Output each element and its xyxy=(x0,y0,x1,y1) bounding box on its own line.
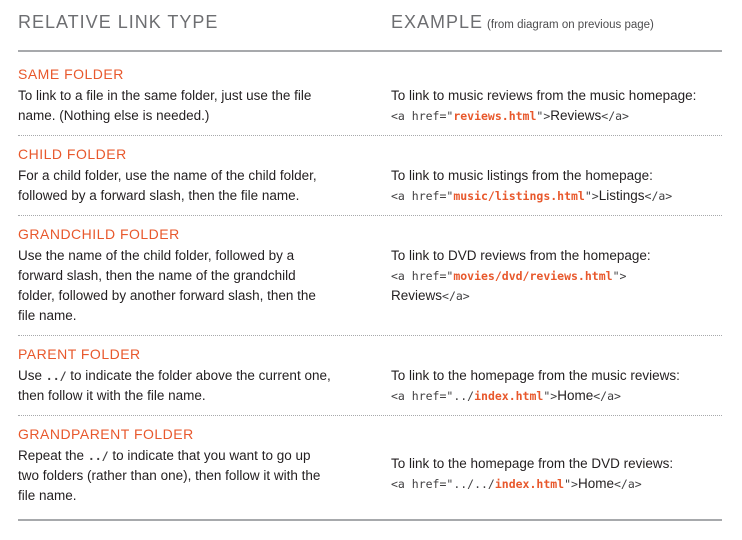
example-subheading: (from diagram on previous page) xyxy=(487,19,654,31)
description-line: name. (Nothing else is needed.) xyxy=(18,108,210,123)
row-example: To link to the homepage from the DVD rev… xyxy=(391,454,721,494)
description-text: to indicate that you want to go up xyxy=(108,448,311,463)
example-code-line2: Reviews</a> xyxy=(391,286,721,306)
code-path: reviews.html xyxy=(453,109,537,123)
code-link-text: Home xyxy=(577,476,614,491)
description-line: To link to a file in the same folder, ju… xyxy=(18,88,312,103)
row-title: CHILD FOLDER xyxy=(18,146,127,162)
row-description: Use the name of the child folder, follow… xyxy=(18,246,358,326)
table-row: SAME FOLDER To link to a file in the sam… xyxy=(18,60,722,136)
example-text: To link to DVD reviews from the homepage… xyxy=(391,248,651,263)
code-close: "> xyxy=(536,109,551,123)
code-close: "> xyxy=(543,389,558,403)
example-code: <a href="reviews.html">Reviews</a> xyxy=(391,106,721,126)
description-text: Repeat the xyxy=(18,448,88,463)
row-description: For a child folder, use the name of the … xyxy=(18,166,358,206)
code-path-plain: ../../ xyxy=(453,477,495,491)
description-line: folder, followed by another forward slas… xyxy=(18,288,316,303)
description-line: file name. xyxy=(18,488,77,503)
code-open: <a href=" xyxy=(391,389,454,403)
row-title: GRANDPARENT FOLDER xyxy=(18,426,194,442)
row-description: Repeat the ../ to indicate that you want… xyxy=(18,446,358,506)
table-row: GRANDPARENT FOLDER Repeat the ../ to ind… xyxy=(18,420,722,521)
code-link-text: Home xyxy=(557,388,594,403)
description-line: followed by a forward slash, then the fi… xyxy=(18,188,300,203)
description-text: to indicate the folder above the current… xyxy=(66,368,331,383)
row-example: To link to music listings from the homep… xyxy=(391,166,721,206)
example-code: <a href="../../index.html">Home</a> xyxy=(391,474,721,494)
description-text: Use xyxy=(18,368,46,383)
description-line: file name. xyxy=(18,308,77,323)
example-code: <a href="movies/dvd/reviews.html"> xyxy=(391,266,721,286)
code-path-plain: ../ xyxy=(453,389,475,403)
description-line: two folders (rather than one), then foll… xyxy=(18,468,321,483)
code-path: index.html xyxy=(474,389,544,403)
code-open: <a href=" xyxy=(391,269,454,283)
code-close: "> xyxy=(564,477,578,491)
example-heading: EXAMPLE xyxy=(391,12,484,32)
table-row: GRANDCHILD FOLDER Use the name of the ch… xyxy=(18,220,722,336)
table-row: PARENT FOLDER Use ../ to indicate the fo… xyxy=(18,340,722,416)
row-example: To link to music reviews from the music … xyxy=(391,86,721,126)
code-end: </a> xyxy=(613,477,642,491)
code-link-text: Reviews xyxy=(550,108,602,123)
row-description: To link to a file in the same folder, ju… xyxy=(18,86,358,126)
code-open: <a href=" xyxy=(391,477,454,491)
code-path: movies/dvd/reviews.html xyxy=(453,269,613,283)
table-header: RELATIVE LINK TYPE EXAMPLE (from diagram … xyxy=(18,0,722,52)
row-example: To link to the homepage from the music r… xyxy=(391,366,721,406)
code-end: </a> xyxy=(601,109,629,123)
code-end: </a> xyxy=(593,389,621,403)
example-code: <a href="../index.html">Home</a> xyxy=(391,386,721,406)
page: RELATIVE LINK TYPE EXAMPLE (from diagram … xyxy=(0,0,742,540)
description-line: then follow it with the file name. xyxy=(18,388,206,403)
row-example: To link to DVD reviews from the homepage… xyxy=(391,246,721,306)
row-title: GRANDCHILD FOLDER xyxy=(18,226,180,242)
code-open: <a href=" xyxy=(391,189,454,203)
description-line: Use ../ to indicate the folder above the… xyxy=(18,366,358,386)
description-line: For a child folder, use the name of the … xyxy=(18,168,317,183)
table-row: CHILD FOLDER For a child folder, use the… xyxy=(18,140,722,216)
example-code: <a href="music/listings.html">Listings</… xyxy=(391,186,721,206)
code-link-text: Listings xyxy=(598,188,645,203)
code-close: "> xyxy=(612,269,627,283)
description-code: ../ xyxy=(45,369,67,383)
row-title: PARENT FOLDER xyxy=(18,346,141,362)
description-code: ../ xyxy=(87,449,109,463)
example-text: To link to the homepage from the DVD rev… xyxy=(391,456,674,471)
code-link-text: Reviews xyxy=(391,288,443,303)
code-close: "> xyxy=(584,189,599,203)
example-text: To link to the homepage from the music r… xyxy=(391,368,680,383)
description-line: Use the name of the child folder, follow… xyxy=(18,248,295,263)
row-title: SAME FOLDER xyxy=(18,66,124,82)
column-title-link-type: RELATIVE LINK TYPE xyxy=(18,12,219,32)
code-open: <a href=" xyxy=(391,109,454,123)
column-title-example: EXAMPLE (from diagram on previous page) xyxy=(391,12,654,33)
description-line: Repeat the ../ to indicate that you want… xyxy=(18,446,358,466)
code-end: </a> xyxy=(442,289,470,303)
description-line: forward slash, then the name of the gran… xyxy=(18,268,296,283)
code-path: index.html xyxy=(494,477,565,491)
example-text: To link to music listings from the homep… xyxy=(391,168,653,183)
code-path: music/listings.html xyxy=(453,189,585,203)
example-text: To link to music reviews from the music … xyxy=(391,88,697,103)
code-end: </a> xyxy=(644,189,673,203)
row-description: Use ../ to indicate the folder above the… xyxy=(18,366,358,406)
